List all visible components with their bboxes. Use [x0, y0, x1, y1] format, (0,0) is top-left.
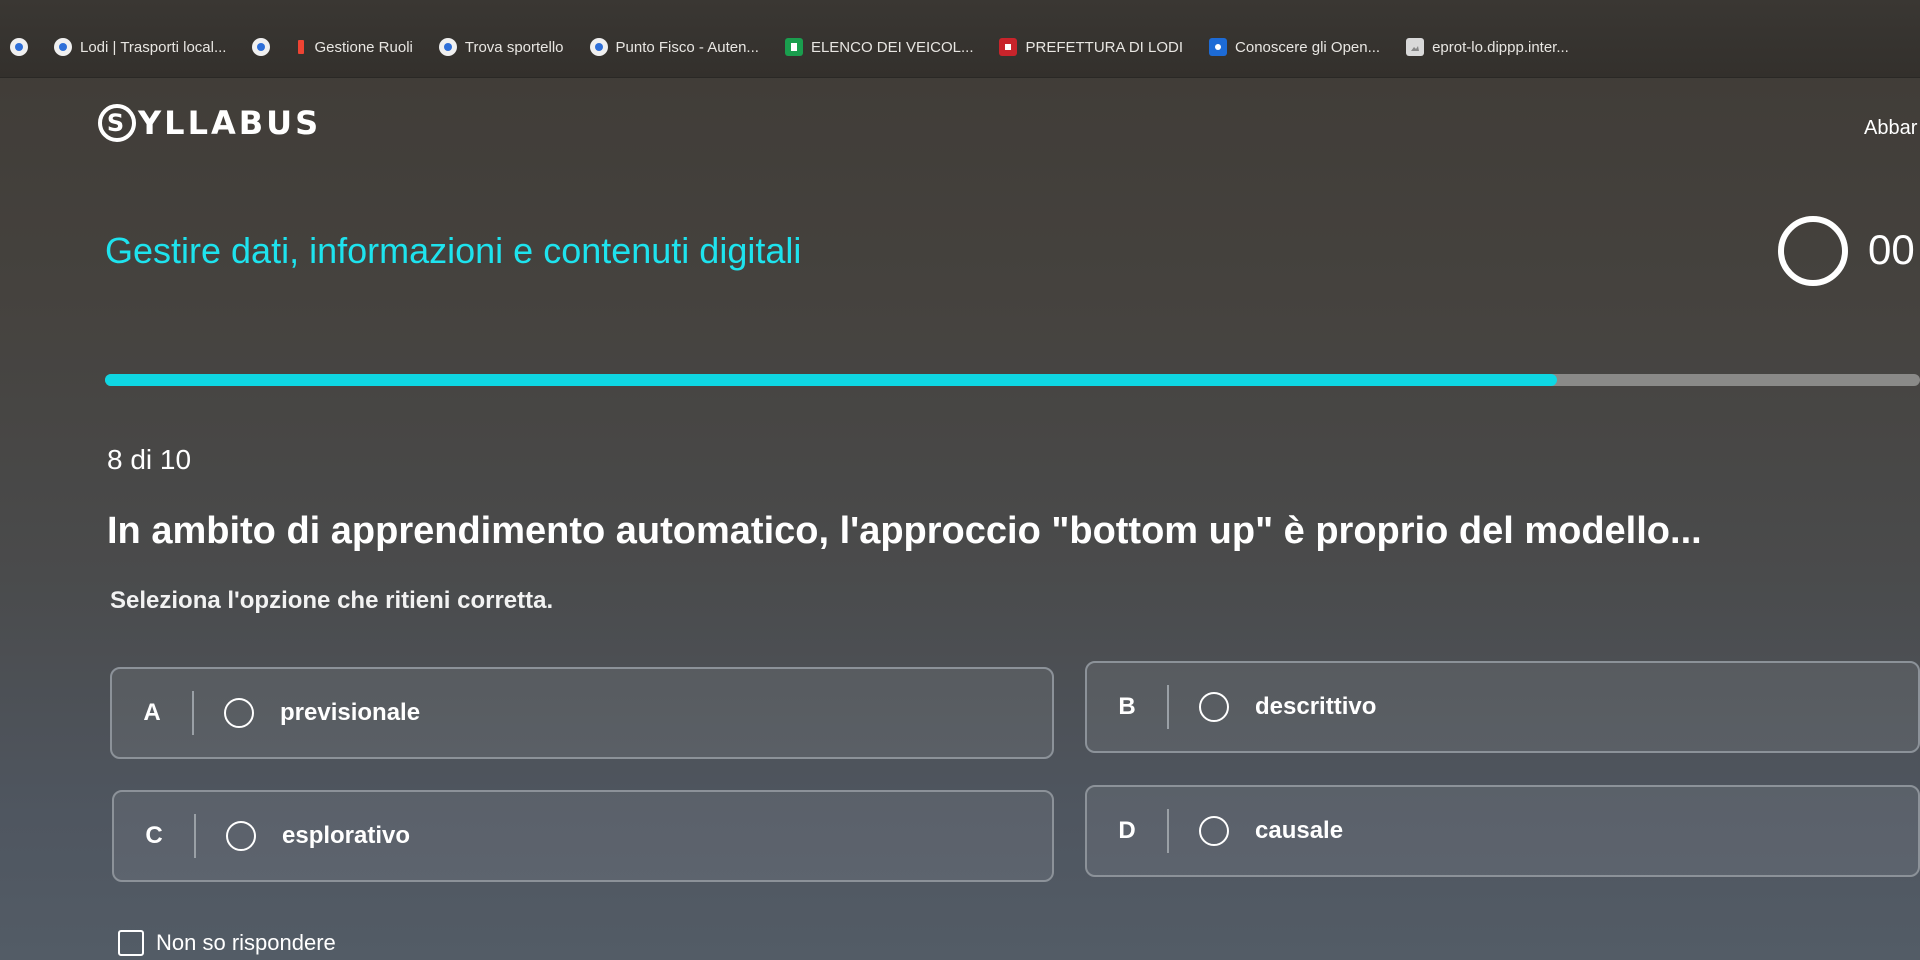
option-label: esplorativo: [282, 822, 411, 849]
radio-button[interactable]: [1199, 816, 1229, 846]
radio-button[interactable]: [226, 821, 256, 851]
module-title: Gestire dati, informazioni e contenuti d…: [105, 230, 802, 271]
progress-bar: [105, 374, 1920, 386]
instruction-text: Seleziona l'opzione che ritieni corretta…: [110, 587, 554, 614]
option-label: descrittivo: [1255, 693, 1377, 720]
bookmark-label: eprot-lo.dippp.inter...: [1432, 38, 1569, 56]
bookmark-label: Punto Fisco - Auten...: [615, 38, 759, 56]
option-letter: A: [143, 699, 161, 726]
option-divider: [192, 691, 194, 735]
bookmark-item[interactable]: PREFETTURA DI LODI: [993, 38, 1189, 56]
document-icon: [784, 38, 803, 56]
question-text: In ambito di apprendimento automatico, l…: [107, 510, 1702, 552]
globe-icon: [10, 38, 28, 56]
syllabus-logo: S YLLABUS: [98, 104, 321, 142]
bookmark-label: Gestione Ruoli: [314, 38, 413, 56]
bookmark-item[interactable]: Conoscere gli Open...: [1203, 38, 1386, 56]
seal-icon: [999, 38, 1018, 56]
logo-text: YLLABUS: [138, 104, 322, 142]
bookmark-item[interactable]: Gestione Ruoli: [290, 38, 418, 56]
globe-icon: [54, 38, 72, 56]
radio-button[interactable]: [224, 698, 254, 728]
abbandona-link[interactable]: Abbar: [1864, 117, 1917, 140]
dont-know-checkbox[interactable]: [118, 930, 144, 956]
option-c[interactable]: C esplorativo: [112, 790, 1054, 882]
dont-know-label: Non so rispondere: [156, 930, 336, 955]
bookmark-item[interactable]: Lodi | Trasporti local...: [48, 38, 232, 56]
option-letter: B: [1118, 693, 1136, 720]
bookmark-item[interactable]: Trova sportello: [433, 38, 570, 56]
bookmark-item[interactable]: [4, 38, 34, 56]
flag-icon: [296, 38, 306, 56]
option-label: causale: [1255, 817, 1344, 844]
option-letter: D: [1118, 817, 1136, 844]
timer-text: 00: [1868, 226, 1915, 273]
option-divider: [1167, 685, 1169, 729]
option-b[interactable]: B descrittivo: [1085, 661, 1920, 753]
image-icon: [1406, 38, 1425, 56]
option-letter: C: [145, 822, 163, 849]
globe-icon: [252, 38, 271, 56]
question-counter: 8 di 10: [107, 444, 192, 475]
globe-icon: [438, 38, 457, 56]
option-label: previsionale: [280, 699, 421, 726]
option-divider: [194, 814, 196, 858]
bookmark-item[interactable]: [246, 38, 276, 56]
bookmark-label: ELENCO DEI VEICOL...: [810, 38, 974, 56]
bookmark-item[interactable]: eprot-lo.dippp.inter...: [1400, 38, 1575, 56]
radio-button[interactable]: [1199, 692, 1229, 722]
bookmark-item[interactable]: ELENCO DEI VEICOL...: [779, 38, 980, 56]
progress-bar-fill: [105, 374, 1557, 386]
option-divider: [1167, 809, 1169, 853]
bookmarks-bar: Lodi | Trasporti local... Gestione Ruoli…: [0, 0, 1920, 78]
globe-icon: [589, 38, 608, 56]
bookmark-item[interactable]: Punto Fisco - Auten...: [584, 38, 765, 56]
logo-letter: S: [98, 104, 136, 142]
bookmark-label: Conoscere gli Open...: [1235, 38, 1381, 56]
dont-know-option[interactable]: Non so rispondere: [118, 930, 336, 956]
app-icon: [1209, 38, 1228, 56]
bookmark-label: Trova sportello: [464, 38, 564, 56]
option-a[interactable]: A previsionale: [110, 667, 1054, 759]
bookmark-label: PREFETTURA DI LODI: [1025, 38, 1184, 56]
timer-ring-icon: [1778, 216, 1848, 286]
bookmark-label: Lodi | Trasporti local...: [80, 38, 227, 56]
option-d[interactable]: D causale: [1085, 785, 1920, 877]
